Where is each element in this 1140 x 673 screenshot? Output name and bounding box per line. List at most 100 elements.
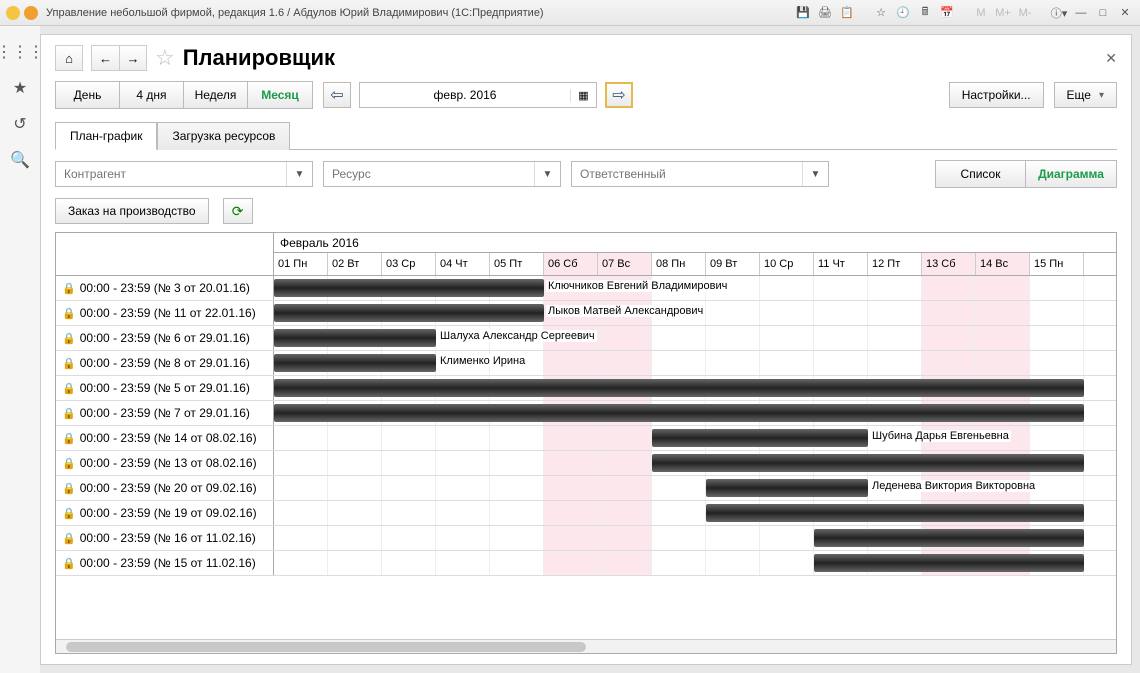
period-4days[interactable]: 4 дня — [120, 82, 184, 108]
gantt-row[interactable]: 🔒00:00 - 23:59 (№ 7 от 29.01.16) — [56, 401, 1116, 426]
gantt-row-label: 🔒00:00 - 23:59 (№ 11 от 22.01.16) — [56, 301, 274, 325]
gantt-row[interactable]: 🔒00:00 - 23:59 (№ 20 от 09.02.16)Леденев… — [56, 476, 1116, 501]
production-order-button[interactable]: Заказ на производство — [55, 198, 209, 224]
filter-counterparty-input[interactable] — [56, 162, 286, 186]
tb-m-icon[interactable]: M — [972, 4, 990, 22]
tab-resource-load[interactable]: Загрузка ресурсов — [157, 122, 290, 150]
tb-calc-icon[interactable]: 🖩 — [916, 4, 934, 22]
sidebar: ⋮⋮⋮ ★ ↺ 🔍 — [0, 26, 40, 673]
settings-button[interactable]: Настройки... — [949, 82, 1044, 108]
horizontal-scrollbar[interactable] — [56, 639, 1116, 653]
gantt-row[interactable]: 🔒00:00 - 23:59 (№ 15 от 11.02.16) — [56, 551, 1116, 576]
gantt-row[interactable]: 🔒00:00 - 23:59 (№ 8 от 29.01.16)Клименко… — [56, 351, 1116, 376]
gantt-row[interactable]: 🔒00:00 - 23:59 (№ 16 от 11.02.16) — [56, 526, 1116, 551]
gantt-row-label: 🔒00:00 - 23:59 (№ 14 от 08.02.16) — [56, 426, 274, 450]
back-button[interactable]: ← — [91, 45, 119, 71]
period-display[interactable]: февр. 2016 ▦ — [359, 82, 597, 108]
window-title: Управление небольшой фирмой, редакция 1.… — [46, 7, 544, 19]
gantt-row-label: 🔒00:00 - 23:59 (№ 8 от 29.01.16) — [56, 351, 274, 375]
more-button[interactable]: Еще — [1054, 82, 1117, 108]
tb-calendar-icon[interactable]: 📅 — [938, 4, 956, 22]
day-header-cell: 13 Сб — [922, 253, 976, 275]
view-list[interactable]: Список — [936, 161, 1026, 187]
chevron-down-icon[interactable]: ▼ — [286, 162, 312, 186]
day-header-cell: 06 Сб — [544, 253, 598, 275]
gantt-row-label: 🔒00:00 - 23:59 (№ 3 от 20.01.16) — [56, 276, 274, 300]
favorites-icon[interactable]: ★ — [10, 78, 30, 98]
lock-icon: 🔒 — [62, 332, 76, 345]
gantt-bar[interactable] — [814, 529, 1084, 547]
forward-button[interactable]: → — [119, 45, 147, 71]
maximize-button[interactable]: □ — [1094, 4, 1112, 22]
gantt-row[interactable]: 🔒00:00 - 23:59 (№ 19 от 09.02.16) — [56, 501, 1116, 526]
gantt-bar[interactable] — [274, 304, 544, 322]
gantt-bar-label: Шалуха Александр Сергеевич — [438, 330, 597, 342]
day-header-cell: 08 Пн — [652, 253, 706, 275]
gantt-bar[interactable] — [274, 354, 436, 372]
gantt-row-label: 🔒00:00 - 23:59 (№ 15 от 11.02.16) — [56, 551, 274, 575]
view-diagram[interactable]: Диаграмма — [1026, 161, 1116, 187]
chevron-down-icon[interactable]: ▼ — [534, 162, 560, 186]
gantt-bar-label: Шубина Дарья Евгеньевна — [870, 430, 1011, 442]
app-icon-1c — [6, 6, 20, 20]
chevron-down-icon[interactable]: ▼ — [802, 162, 828, 186]
day-header-cell: 12 Пт — [868, 253, 922, 275]
gantt-row[interactable]: 🔒00:00 - 23:59 (№ 13 от 08.02.16) — [56, 451, 1116, 476]
filter-counterparty[interactable]: ▼ — [55, 161, 313, 187]
prev-period-button[interactable]: ⇦ — [323, 82, 351, 108]
gantt-bar[interactable] — [274, 404, 1084, 422]
refresh-button[interactable]: ⟳ — [223, 198, 253, 224]
gantt-bar[interactable] — [652, 454, 1084, 472]
calendar-picker-icon[interactable]: ▦ — [570, 89, 596, 102]
period-day[interactable]: День — [56, 82, 120, 108]
history-icon[interactable]: ↺ — [10, 114, 30, 134]
lock-icon: 🔒 — [62, 482, 76, 495]
lock-icon: 🔒 — [62, 307, 76, 320]
panel-close-icon[interactable]: ✕ — [1105, 50, 1117, 67]
day-header-cell: 01 Пн — [274, 253, 328, 275]
tb-save-icon[interactable]: 💾 — [794, 4, 812, 22]
filter-responsible-input[interactable] — [572, 162, 802, 186]
lock-icon: 🔒 — [62, 432, 76, 445]
tb-info-icon[interactable]: ⓘ▾ — [1050, 4, 1068, 22]
gantt-bar[interactable] — [274, 279, 544, 297]
day-header-cell: 14 Вс — [976, 253, 1030, 275]
gantt-bar[interactable] — [706, 504, 1084, 522]
day-header-cell: 05 Пт — [490, 253, 544, 275]
titlebar: Управление небольшой фирмой, редакция 1.… — [0, 0, 1140, 26]
tb-history-icon[interactable]: 🕘 — [894, 4, 912, 22]
tb-star-icon[interactable]: ☆ — [872, 4, 890, 22]
home-button[interactable]: ⌂ — [55, 45, 83, 71]
gantt-row[interactable]: 🔒00:00 - 23:59 (№ 6 от 29.01.16)Шалуха А… — [56, 326, 1116, 351]
gantt-row-label: 🔒00:00 - 23:59 (№ 16 от 11.02.16) — [56, 526, 274, 550]
tb-print-icon[interactable]: 🖨 — [816, 4, 834, 22]
gantt-row[interactable]: 🔒00:00 - 23:59 (№ 11 от 22.01.16)Лыков М… — [56, 301, 1116, 326]
gantt-row[interactable]: 🔒00:00 - 23:59 (№ 5 от 29.01.16) — [56, 376, 1116, 401]
filter-resource[interactable]: ▼ — [323, 161, 561, 187]
minimize-button[interactable]: — — [1072, 4, 1090, 22]
gantt-bar[interactable] — [652, 429, 868, 447]
day-header-cell: 03 Ср — [382, 253, 436, 275]
next-period-button[interactable]: ⇨ — [605, 82, 633, 108]
app-icon-dd[interactable] — [24, 6, 38, 20]
gantt-row-label: 🔒00:00 - 23:59 (№ 19 от 09.02.16) — [56, 501, 274, 525]
apps-icon[interactable]: ⋮⋮⋮ — [10, 42, 30, 62]
gantt-bar[interactable] — [274, 379, 1084, 397]
tab-plan-graphic[interactable]: План-график — [55, 122, 157, 150]
gantt-row[interactable]: 🔒00:00 - 23:59 (№ 3 от 20.01.16) Ключнико… — [56, 276, 1116, 301]
period-month[interactable]: Месяц — [248, 82, 312, 108]
filter-responsible[interactable]: ▼ — [571, 161, 829, 187]
search-icon[interactable]: 🔍 — [10, 150, 30, 170]
gantt-bar[interactable] — [814, 554, 1084, 572]
gantt-bar-label: Ключников Евгений Владимирович — [546, 280, 729, 292]
gantt-bar[interactable] — [274, 329, 436, 347]
favorite-star-icon[interactable]: ☆ — [155, 45, 175, 71]
period-week[interactable]: Неделя — [184, 82, 248, 108]
gantt-row[interactable]: 🔒00:00 - 23:59 (№ 14 от 08.02.16) Шубина … — [56, 426, 1116, 451]
filter-resource-input[interactable] — [324, 162, 534, 186]
tb-mplus-icon[interactable]: M+ — [994, 4, 1012, 22]
close-button[interactable]: ✕ — [1116, 4, 1134, 22]
tb-copy-icon[interactable]: 📋 — [838, 4, 856, 22]
tb-mminus-icon[interactable]: M- — [1016, 4, 1034, 22]
gantt-bar[interactable] — [706, 479, 868, 497]
